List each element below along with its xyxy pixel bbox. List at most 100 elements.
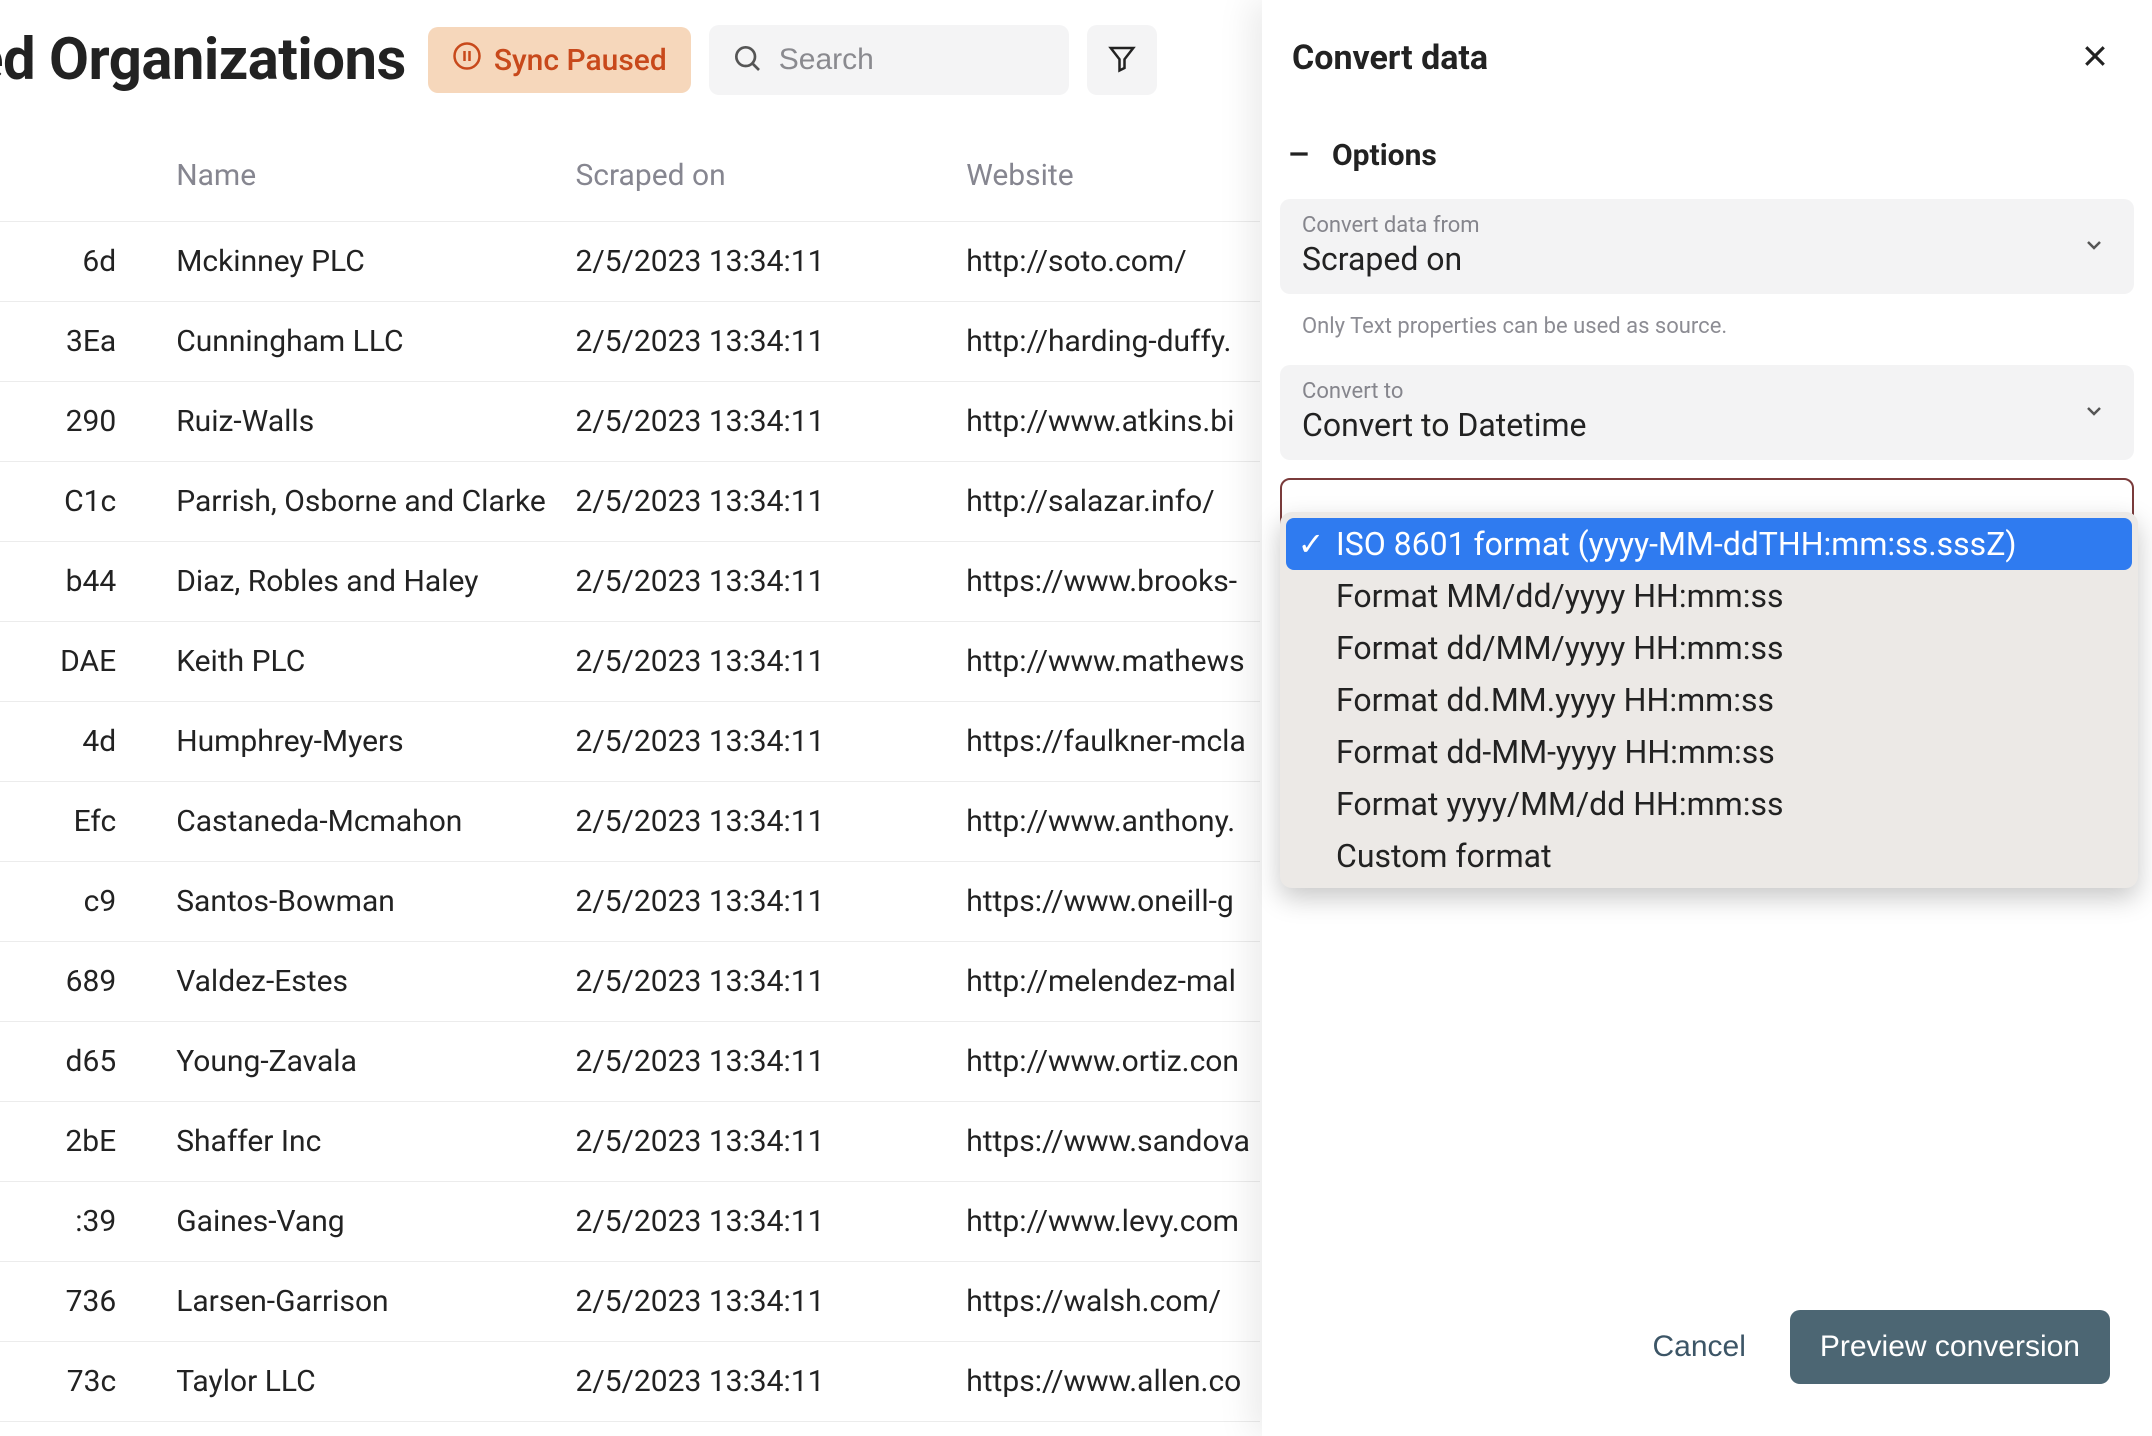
col-scraped-on[interactable]: Scraped on <box>565 138 956 222</box>
row-scraped-on: 2/5/2023 13:34:11 <box>565 782 956 862</box>
row-website: http://salazar.info/ <box>956 462 1260 542</box>
col-name[interactable]: Name <box>166 138 565 222</box>
row-name: Castaneda-Mcmahon <box>166 782 565 862</box>
row-name: Mckinney PLC <box>166 222 565 302</box>
table-row[interactable]: :39Gaines-Vang2/5/2023 13:34:11http://ww… <box>0 1182 1260 1262</box>
table-row[interactable]: 2bEShaffer Inc2/5/2023 13:34:11https://w… <box>0 1102 1260 1182</box>
row-name: Young-Zavala <box>166 1022 565 1102</box>
search-icon <box>731 42 763 78</box>
chevron-down-icon <box>2082 399 2106 427</box>
row-id: O8d <box>0 1422 166 1436</box>
row-scraped-on: 2/5/2023 13:34:11 <box>565 462 956 542</box>
row-scraped-on: 2/5/2023 13:34:11 <box>565 542 956 622</box>
row-id: c9 <box>0 862 166 942</box>
row-website: https://logan-mckee <box>956 1422 1260 1436</box>
row-name: Diaz, Robles and Haley <box>166 542 565 622</box>
row-scraped-on: 2/5/2023 13:34:11 <box>565 302 956 382</box>
row-id: C1c <box>0 462 166 542</box>
format-option[interactable]: Custom format <box>1286 830 2132 882</box>
row-id: b44 <box>0 542 166 622</box>
sync-status-badge[interactable]: Sync Paused <box>428 27 691 93</box>
search-box[interactable] <box>709 25 1069 95</box>
table-row[interactable]: 689Valdez-Estes2/5/2023 13:34:11http://m… <box>0 942 1260 1022</box>
row-scraped-on: 2/5/2023 13:34:11 <box>565 1422 956 1436</box>
convert-to-select[interactable]: Convert to Convert to Datetime <box>1280 365 2134 460</box>
table-row[interactable]: 4dHumphrey-Myers2/5/2023 13:34:11https:/… <box>0 702 1260 782</box>
table-row[interactable]: 6dMckinney PLC2/5/2023 13:34:11http://so… <box>0 222 1260 302</box>
row-name: Ruiz-Walls <box>166 382 565 462</box>
row-scraped-on: 2/5/2023 13:34:11 <box>565 1262 956 1342</box>
row-id: 3Ea <box>0 302 166 382</box>
convert-to-value: Convert to Datetime <box>1302 406 2112 444</box>
row-scraped-on: 2/5/2023 13:34:11 <box>565 382 956 462</box>
convert-from-select[interactable]: Convert data from Scraped on <box>1280 199 2134 294</box>
panel-title: Convert data <box>1292 38 1488 78</box>
table-row[interactable]: d65Young-Zavala2/5/2023 13:34:11http://w… <box>0 1022 1260 1102</box>
table-row[interactable]: O8dLindsey Ltd2/5/2023 13:34:11https://l… <box>0 1422 1260 1436</box>
preview-conversion-button[interactable]: Preview conversion <box>1790 1310 2110 1384</box>
row-id: 4d <box>0 702 166 782</box>
table-row[interactable]: 736Larsen-Garrison2/5/2023 13:34:11https… <box>0 1262 1260 1342</box>
table-row[interactable]: C1cParrish, Osborne and Clarke2/5/2023 1… <box>0 462 1260 542</box>
close-icon <box>2080 56 2110 75</box>
row-scraped-on: 2/5/2023 13:34:11 <box>565 1342 956 1422</box>
row-name: Santos-Bowman <box>166 862 565 942</box>
table-row[interactable]: 3EaCunningham LLC2/5/2023 13:34:11http:/… <box>0 302 1260 382</box>
data-table: Name Scraped on Website 6dMckinney PLC2/… <box>0 138 1260 1436</box>
format-option-label: ISO 8601 format (yyyy-MM-ddTHH:mm:ss.sss… <box>1336 525 2017 563</box>
row-website: https://faulkner-mcla <box>956 702 1260 782</box>
row-id: 736 <box>0 1262 166 1342</box>
row-website: https://www.sandova <box>956 1102 1260 1182</box>
row-name: Shaffer Inc <box>166 1102 565 1182</box>
row-website: https://www.brooks- <box>956 542 1260 622</box>
row-name: Taylor LLC <box>166 1342 565 1422</box>
table-row[interactable]: b44Diaz, Robles and Haley2/5/2023 13:34:… <box>0 542 1260 622</box>
collapse-icon[interactable] <box>1286 141 1312 171</box>
format-option[interactable]: Format dd.MM.yyyy HH:mm:ss <box>1286 674 2132 726</box>
format-option-label: Format dd-MM-yyyy HH:mm:ss <box>1336 733 1775 771</box>
filter-button[interactable] <box>1087 25 1157 95</box>
row-name: Lindsey Ltd <box>166 1422 565 1436</box>
row-id: 689 <box>0 942 166 1022</box>
row-website: http://soto.com/ <box>956 222 1260 302</box>
row-name: Gaines-Vang <box>166 1182 565 1262</box>
table-row[interactable]: EfcCastaneda-Mcmahon2/5/2023 13:34:11htt… <box>0 782 1260 862</box>
format-option[interactable]: Format yyyy/MM/dd HH:mm:ss <box>1286 778 2132 830</box>
row-id: 6d <box>0 222 166 302</box>
row-id: 290 <box>0 382 166 462</box>
format-option-label: Format dd.MM.yyyy HH:mm:ss <box>1336 681 1774 719</box>
row-scraped-on: 2/5/2023 13:34:11 <box>565 942 956 1022</box>
datetime-format-dropdown: ✓ ISO 8601 format (yyyy-MM-ddTHH:mm:ss.ss… <box>1280 512 2138 888</box>
row-website: http://melendez-mal <box>956 942 1260 1022</box>
format-option[interactable]: ✓ ISO 8601 format (yyyy-MM-ddTHH:mm:ss.ss… <box>1286 518 2132 570</box>
close-button[interactable] <box>2080 41 2110 75</box>
table-row[interactable]: 290Ruiz-Walls2/5/2023 13:34:11http://www… <box>0 382 1260 462</box>
format-option[interactable]: Format MM/dd/yyyy HH:mm:ss <box>1286 570 2132 622</box>
page-title: ped Organizations <box>0 26 406 94</box>
convert-from-label: Convert data from <box>1302 213 2112 238</box>
cancel-button[interactable]: Cancel <box>1652 1330 1745 1364</box>
format-option[interactable]: Format dd/MM/yyyy HH:mm:ss <box>1286 622 2132 674</box>
row-name: Larsen-Garrison <box>166 1262 565 1342</box>
table-row[interactable]: DAEKeith PLC2/5/2023 13:34:11http://www.… <box>0 622 1260 702</box>
row-website: http://www.mathews <box>956 622 1260 702</box>
row-scraped-on: 2/5/2023 13:34:11 <box>565 222 956 302</box>
search-input[interactable] <box>779 43 1047 77</box>
row-scraped-on: 2/5/2023 13:34:11 <box>565 702 956 782</box>
format-option-label: Format yyyy/MM/dd HH:mm:ss <box>1336 785 1784 823</box>
row-scraped-on: 2/5/2023 13:34:11 <box>565 1102 956 1182</box>
row-website: https://www.allen.co <box>956 1342 1260 1422</box>
table-row[interactable]: c9Santos-Bowman2/5/2023 13:34:11https://… <box>0 862 1260 942</box>
row-name: Parrish, Osborne and Clarke <box>166 462 565 542</box>
table-row[interactable]: 73cTaylor LLC2/5/2023 13:34:11https://ww… <box>0 1342 1260 1422</box>
row-website: https://walsh.com/ <box>956 1262 1260 1342</box>
options-heading: Options <box>1332 138 1437 173</box>
format-option[interactable]: Format dd-MM-yyyy HH:mm:ss <box>1286 726 2132 778</box>
row-website: https://www.oneill-g <box>956 862 1260 942</box>
row-name: Humphrey-Myers <box>166 702 565 782</box>
row-website: http://www.levy.com <box>956 1182 1260 1262</box>
col-website[interactable]: Website <box>956 138 1260 222</box>
check-icon: ✓ <box>1300 525 1322 563</box>
row-id: d65 <box>0 1022 166 1102</box>
filter-icon <box>1107 43 1137 77</box>
